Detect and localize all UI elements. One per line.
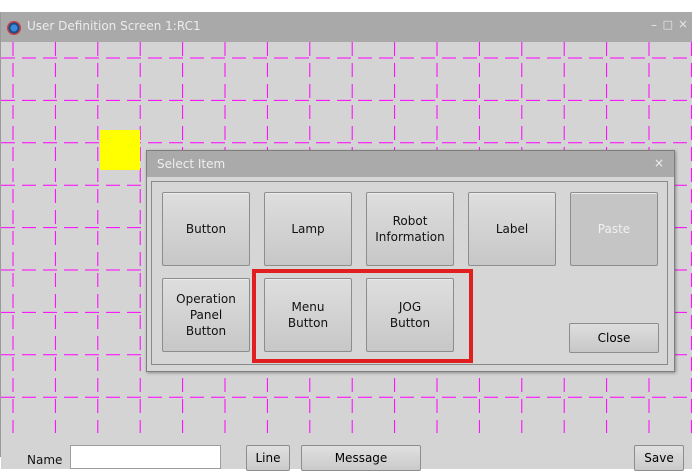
label-item-button[interactable]: Label [468, 192, 556, 266]
save-button[interactable]: Save [634, 445, 684, 471]
robot-information-button[interactable]: Robot Information [366, 192, 454, 266]
lamp-item-button[interactable]: Lamp [264, 192, 352, 266]
menu-button-item[interactable]: Menu Button [264, 278, 352, 352]
window-title-bar[interactable]: User Definition Screen 1:RC1 – □ × [1, 12, 692, 42]
line-button-label: Line [255, 451, 281, 465]
paste-button: Paste [570, 192, 658, 266]
operation-panel-button[interactable]: Operation Panel Button [162, 278, 250, 352]
dialog-title-bar[interactable]: Select Item × [147, 151, 674, 177]
line-button[interactable]: Line [246, 445, 290, 471]
close-icon[interactable]: × [678, 17, 688, 31]
dialog-title: Select Item [157, 157, 226, 171]
selected-grid-cell[interactable] [100, 130, 140, 170]
button-item-button[interactable]: Button [162, 192, 250, 266]
robot-app-icon [7, 21, 21, 35]
message-button[interactable]: Message [301, 445, 421, 471]
save-button-label: Save [644, 451, 674, 465]
dialog-close-button-label: Close [597, 331, 631, 345]
minimize-icon[interactable]: – [651, 18, 657, 32]
name-input[interactable] [70, 445, 221, 469]
bottom-toolbar: Name Line Message Save [1, 433, 692, 471]
message-button-label: Message [334, 451, 388, 465]
jog-button-item[interactable]: JOG Button [366, 278, 454, 352]
dialog-close-icon[interactable]: × [654, 156, 664, 170]
name-label: Name [27, 453, 63, 467]
dialog-close-button[interactable]: Close [569, 323, 659, 353]
maximize-icon[interactable]: □ [663, 18, 673, 31]
window-title: User Definition Screen 1:RC1 [27, 19, 201, 33]
